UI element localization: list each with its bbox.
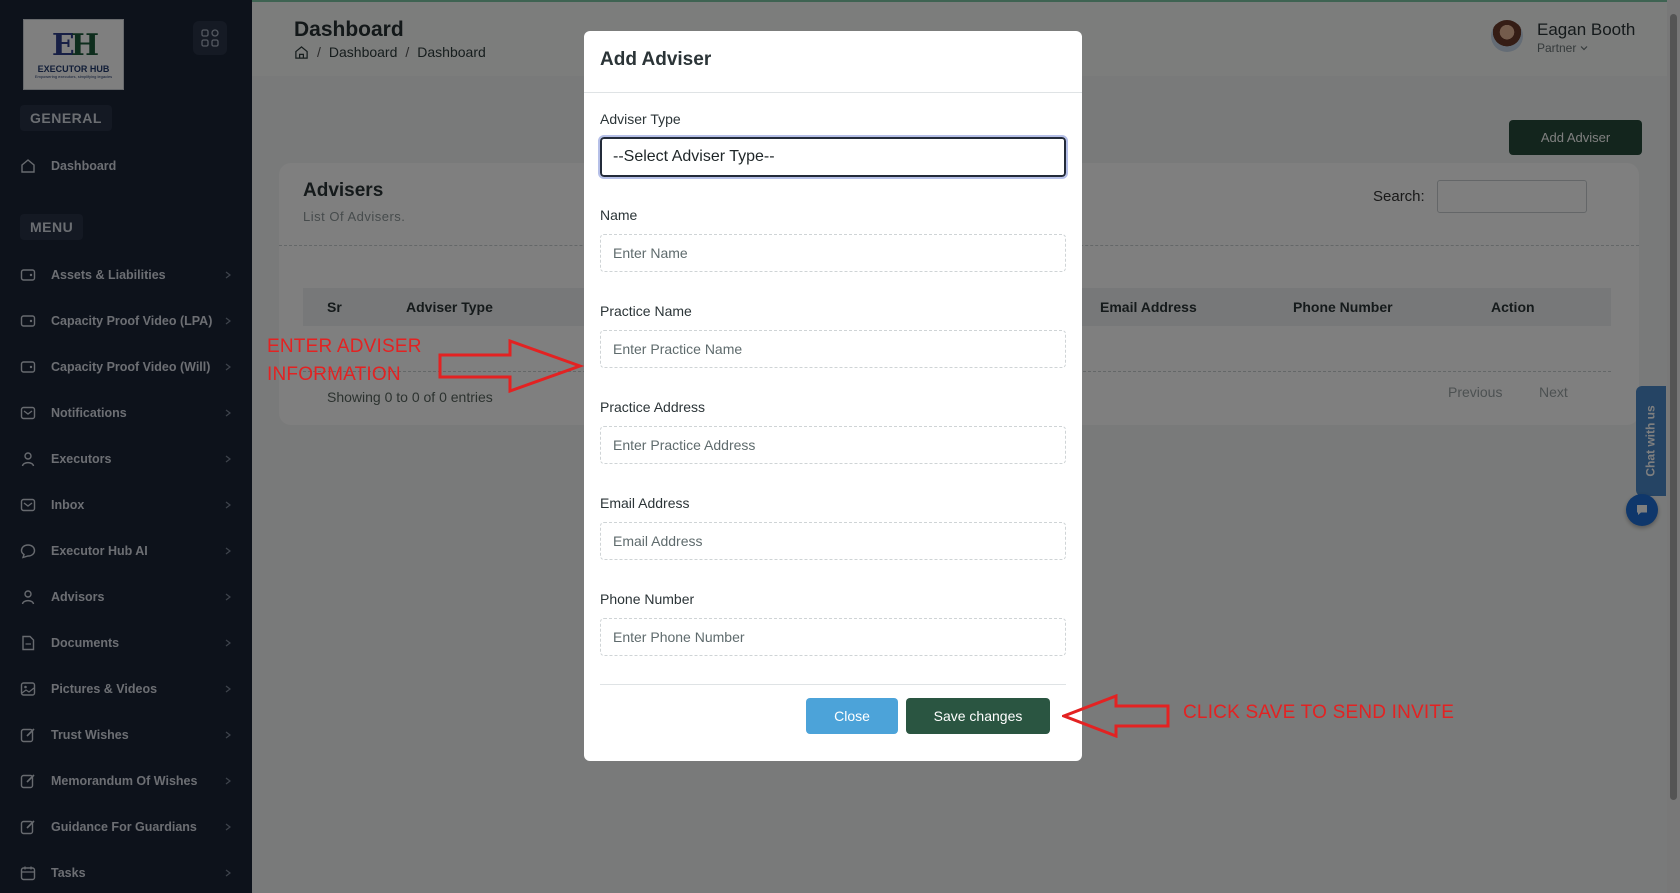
adviser-type-label: Adviser Type	[600, 111, 681, 127]
email-placeholder: Email Address	[613, 533, 703, 549]
annotation-enter-info-line2: INFORMATION	[267, 364, 401, 385]
divider	[600, 684, 1066, 685]
close-button[interactable]: Close	[806, 698, 898, 734]
arrow-left-icon	[1062, 694, 1170, 738]
practice-address-input[interactable]: Enter Practice Address	[600, 426, 1066, 464]
save-changes-button[interactable]: Save changes	[906, 698, 1050, 734]
annotation-click-save: CLICK SAVE TO SEND INVITE	[1183, 702, 1455, 723]
modal-title: Add Adviser	[600, 49, 712, 70]
email-input[interactable]: Email Address	[600, 522, 1066, 560]
practice-address-label: Practice Address	[600, 399, 706, 415]
name-input[interactable]: Enter Name	[600, 234, 1066, 272]
practice-name-label: Practice Name	[600, 303, 692, 319]
annotation-enter-info-line1: ENTER ADVISER	[267, 336, 422, 357]
email-label: Email Address	[600, 495, 690, 511]
name-label: Name	[600, 207, 638, 223]
adviser-type-value: --Select Adviser Type--	[613, 148, 775, 165]
practice-name-placeholder: Enter Practice Name	[613, 341, 743, 357]
name-placeholder: Enter Name	[613, 245, 688, 261]
arrow-right-icon	[438, 338, 584, 394]
divider	[584, 92, 1082, 93]
add-adviser-modal: Add Adviser Adviser Type --Select Advise…	[584, 31, 1082, 761]
phone-label: Phone Number	[600, 591, 695, 607]
practice-name-input[interactable]: Enter Practice Name	[600, 330, 1066, 368]
practice-address-placeholder: Enter Practice Address	[613, 437, 756, 453]
adviser-type-select[interactable]: --Select Adviser Type--	[598, 135, 1068, 179]
phone-placeholder: Enter Phone Number	[613, 629, 745, 645]
phone-input[interactable]: Enter Phone Number	[600, 618, 1066, 656]
